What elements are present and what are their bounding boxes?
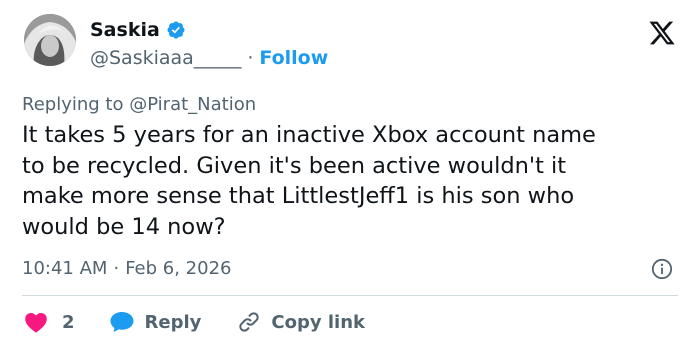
tweet-text-line: It takes 5 years for an inactive Xbox ac… [22, 122, 596, 148]
copy-link-button[interactable]: Copy link [237, 310, 365, 334]
copy-link-label: Copy link [271, 311, 365, 333]
author-handle[interactable]: @Saskiaaa_____ [90, 47, 241, 69]
replying-to-mention[interactable]: @Pirat_Nation [129, 94, 256, 115]
timestamp-separator: · [113, 258, 120, 279]
like-button[interactable]: 2 [24, 311, 75, 333]
tweet-timestamp[interactable]: 10:41 AM · Feb 6, 2026 [22, 258, 231, 279]
follow-button[interactable]: Follow [259, 47, 328, 69]
author-display-name[interactable]: Saskia [90, 19, 160, 41]
author-name-row: Saskia [90, 19, 186, 41]
verified-badge-icon [166, 20, 186, 40]
action-bar: 2 Reply Copy link [24, 307, 365, 337]
tweet-card: Saskia @Saskiaaa_____ · Follow Replying … [0, 0, 700, 348]
tweet-text-line: to be recycled. Given it's been active w… [22, 152, 567, 179]
replying-to-line: Replying to @Pirat_Nation [22, 94, 256, 115]
link-icon [237, 310, 261, 334]
reply-button[interactable]: Reply [109, 310, 202, 334]
tweet-text: It takes 5 years for an inactive Xbox ac… [22, 120, 682, 242]
like-count: 2 [62, 311, 75, 333]
replying-to-prefix: Replying to [22, 94, 124, 115]
speech-bubble-icon [109, 310, 135, 334]
tweet-text-line: make more sense that LittlestJeff1 is hi… [22, 183, 575, 209]
tweet-time: 10:41 AM [22, 258, 108, 279]
author-handle-row: @Saskiaaa_____ · Follow [90, 47, 328, 69]
x-logo-icon[interactable] [648, 19, 676, 47]
reply-label: Reply [144, 311, 202, 333]
separator-dot: · [247, 47, 254, 69]
heart-icon [24, 311, 48, 333]
tweet-date: Feb 6, 2026 [125, 258, 232, 279]
avatar[interactable] [24, 14, 76, 66]
divider [22, 295, 678, 296]
tweet-text-line: would be 14 now? [22, 213, 226, 240]
info-icon[interactable] [651, 258, 673, 280]
